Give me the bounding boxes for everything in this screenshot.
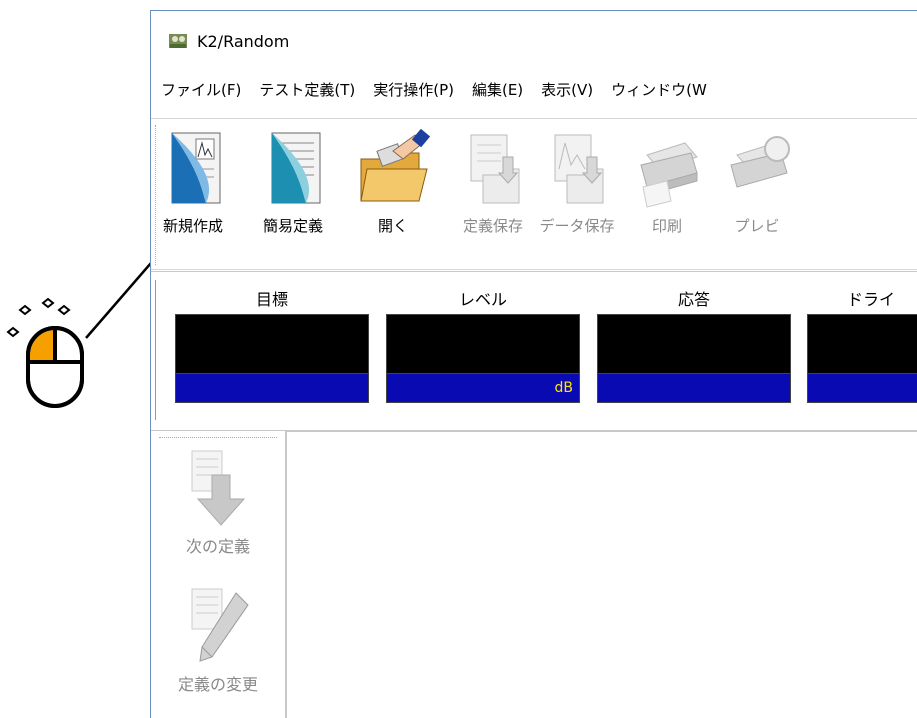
save-definition-icon <box>470 134 520 204</box>
menu-bar: ファイル(F) テスト定義(T) 実行操作(P) 編集(E) 表示(V) ウィン… <box>151 71 917 107</box>
meter-panel-grip <box>155 280 158 420</box>
save-definition-label: 定義保存 <box>462 217 523 235</box>
print-preview-icon <box>730 136 790 188</box>
print-button[interactable]: 印刷 <box>627 129 707 259</box>
new-document-icon <box>171 132 221 204</box>
menu-view[interactable]: 表示(V) <box>541 79 593 100</box>
side-toolbar: 次の定義 定義の変更 <box>151 431 287 718</box>
menu-test-definition[interactable]: テスト定義(T) <box>259 79 355 100</box>
meter-level-value <box>386 314 580 374</box>
window-title: K2/Random <box>197 31 290 51</box>
print-label: 印刷 <box>651 217 682 235</box>
side-toolbar-grip <box>159 437 277 438</box>
meter-drive-unit <box>807 374 917 403</box>
meter-level-label: レベル <box>458 290 507 309</box>
meter-target-label: 目標 <box>255 290 288 309</box>
mouse-left-click-icon <box>0 290 100 420</box>
meter-response-unit <box>597 374 791 403</box>
toolbar: 新規作成 簡易定義 開く 定義保存 データ保存 印刷 プレビ <box>151 118 917 270</box>
edit-definition-button[interactable]: 定義の変更 <box>151 587 285 695</box>
meter-level: レベル dB <box>386 286 580 403</box>
new-button-label: 新規作成 <box>162 217 223 235</box>
simple-definition-button[interactable]: 簡易定義 <box>253 129 333 259</box>
save-definition-button[interactable]: 定義保存 <box>453 129 533 259</box>
open-button[interactable]: 開く <box>353 129 433 259</box>
open-folder-icon <box>360 129 431 202</box>
new-button[interactable]: 新規作成 <box>153 129 233 259</box>
open-button-label: 開く <box>377 217 408 235</box>
simple-definition-icon <box>271 132 321 204</box>
next-definition-label: 次の定義 <box>185 537 250 556</box>
save-data-label: データ保存 <box>539 217 615 235</box>
save-data-button[interactable]: データ保存 <box>537 129 617 259</box>
edit-definition-label: 定義の変更 <box>177 675 258 694</box>
next-definition-button[interactable]: 次の定義 <box>151 449 285 557</box>
meter-target-unit <box>175 374 369 403</box>
edit-definition-icon <box>191 588 249 662</box>
preview-button[interactable]: プレビ <box>717 129 797 259</box>
menu-window[interactable]: ウィンドウ(W <box>611 79 707 100</box>
meter-response-label: 応答 <box>677 290 710 309</box>
meter-panel: 目標 レベル dB 応答 ドライ <box>151 271 917 431</box>
simple-definition-label: 簡易定義 <box>262 217 323 235</box>
printer-icon <box>640 142 698 208</box>
meter-drive-label: ドライ <box>847 290 896 309</box>
meter-level-unit: dB <box>386 374 580 403</box>
meter-drive-value <box>807 314 917 374</box>
app-logo-icon <box>169 34 187 48</box>
title-bar[interactable]: K2/Random <box>151 11 917 71</box>
meter-response-value <box>597 314 791 374</box>
preview-label: プレビ <box>734 217 780 235</box>
menu-file[interactable]: ファイル(F) <box>161 79 241 100</box>
menu-run-operation[interactable]: 実行操作(P) <box>373 79 454 100</box>
app-window: K2/Random ファイル(F) テスト定義(T) 実行操作(P) 編集(E)… <box>150 10 917 718</box>
next-definition-icon <box>191 450 246 526</box>
meter-target-value <box>175 314 369 374</box>
meter-drive: ドライ <box>807 286 917 403</box>
meter-response: 応答 <box>597 286 791 403</box>
meter-target: 目標 <box>175 286 369 403</box>
workspace-area[interactable] <box>287 431 917 718</box>
menu-edit[interactable]: 編集(E) <box>472 79 523 100</box>
save-data-icon <box>554 134 604 204</box>
